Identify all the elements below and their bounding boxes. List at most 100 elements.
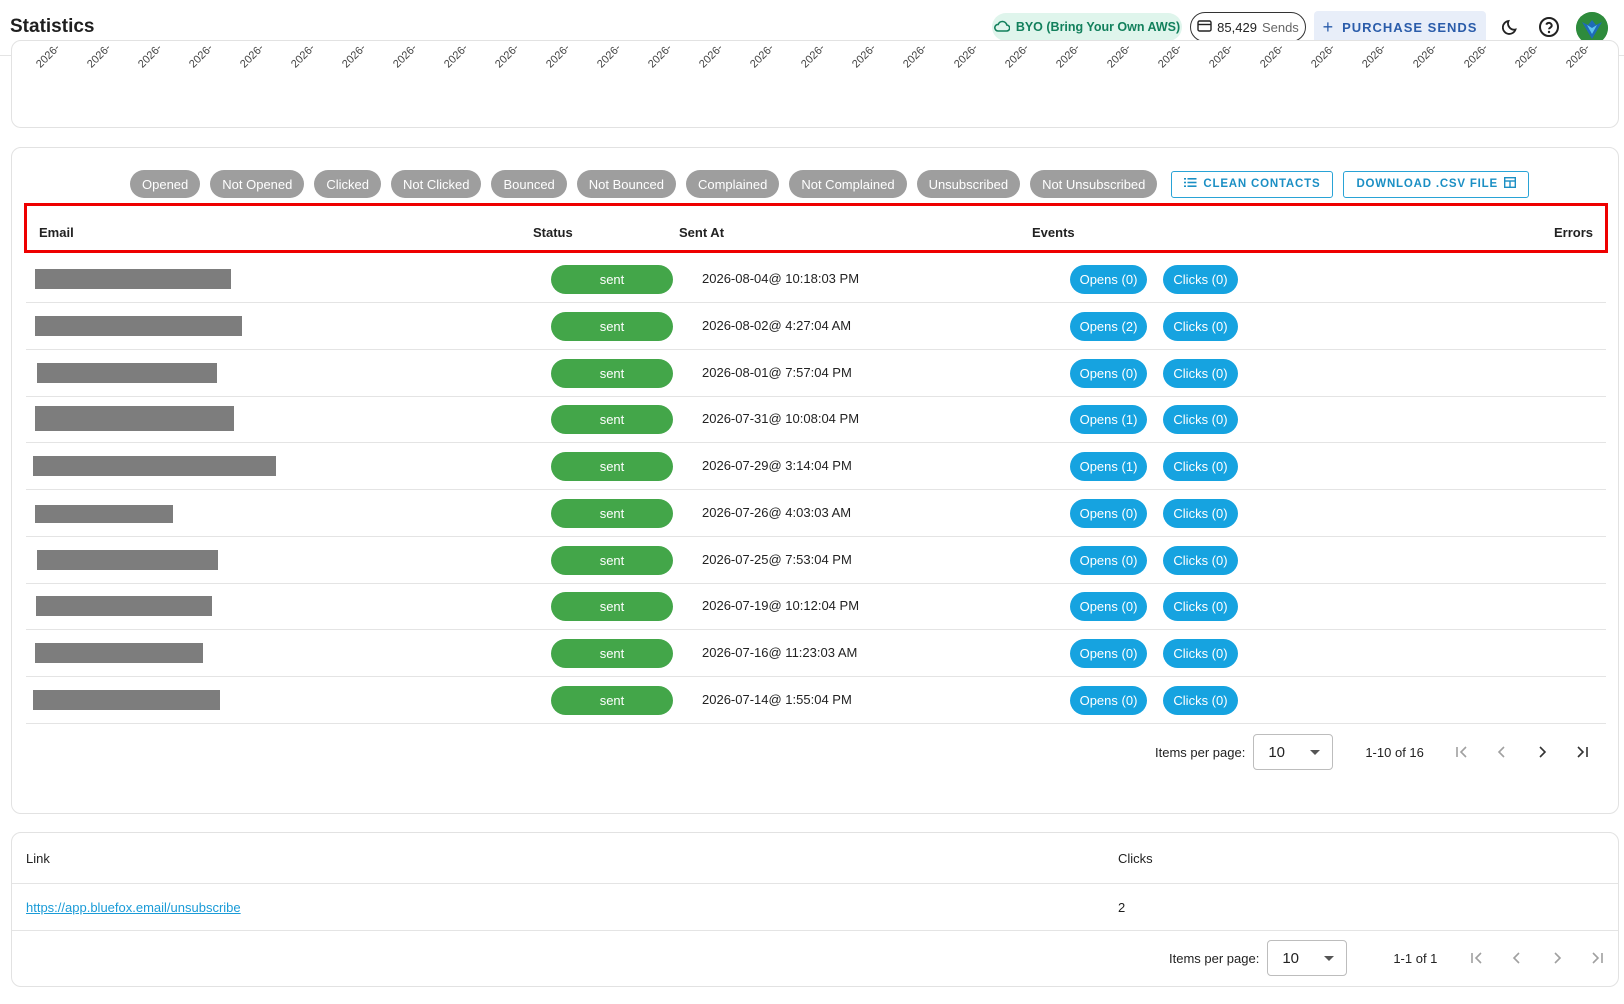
items-per-page-select[interactable]: 10 <box>1253 734 1334 770</box>
clicks-button[interactable]: Clicks (0) <box>1163 312 1238 341</box>
download-csv-button[interactable]: DOWNLOAD .CSV FILE <box>1343 170 1529 198</box>
opens-button[interactable]: Opens (0) <box>1070 546 1147 575</box>
sent-at: 2026-07-29@ 3:14:04 PM <box>702 458 852 473</box>
filter-not-opened[interactable]: Not Opened <box>210 170 305 198</box>
sent-at: 2026-07-19@ 10:12:04 PM <box>702 598 860 613</box>
opens-button[interactable]: Opens (1) <box>1070 405 1147 434</box>
filter-not-bounced[interactable]: Not Bounced <box>576 170 676 198</box>
redacted-email <box>37 550 218 570</box>
first-page-icon[interactable] <box>1457 940 1497 976</box>
table-header: Email Status Sent At Events Errors <box>24 203 1608 253</box>
column-sent-at[interactable]: Sent At <box>679 225 724 240</box>
column-link: Link <box>26 851 50 866</box>
sends-chip[interactable]: 85,429 Sends <box>1190 12 1306 42</box>
redacted-email <box>35 643 203 663</box>
link-url[interactable]: https://app.bluefox.email/unsubscribe <box>26 900 241 915</box>
filter-bar: Opened Not Opened Clicked Not Clicked Bo… <box>130 170 1529 198</box>
redacted-email <box>35 406 234 431</box>
opens-button[interactable]: Opens (0) <box>1070 359 1147 388</box>
status-badge: sent <box>551 359 673 388</box>
status-badge: sent <box>551 592 673 621</box>
clean-contacts-button[interactable]: CLEAN CONTACTS <box>1171 170 1334 198</box>
redacted-email <box>33 690 220 710</box>
filter-not-unsubscribed[interactable]: Not Unsubscribed <box>1030 170 1158 198</box>
redacted-email <box>36 596 212 616</box>
opens-button[interactable]: Opens (1) <box>1070 452 1147 481</box>
page-range: 1-1 of 1 <box>1393 950 1438 966</box>
status-badge: sent <box>551 452 673 481</box>
filter-complained[interactable]: Complained <box>685 170 780 198</box>
filter-not-clicked[interactable]: Not Clicked <box>391 170 482 198</box>
items-per-page-label: Items per page: <box>1155 744 1246 760</box>
filter-clicked[interactable]: Clicked <box>314 170 381 198</box>
prev-page-icon[interactable] <box>1497 940 1537 976</box>
clicks-button[interactable]: Clicks (0) <box>1163 452 1238 481</box>
column-status[interactable]: Status <box>533 225 573 240</box>
first-page-icon[interactable] <box>1442 734 1482 770</box>
status-badge: sent <box>551 686 673 715</box>
sends-unit: Sends <box>1261 19 1299 35</box>
status-badge: sent <box>551 405 673 434</box>
table-row: sent 2026-08-02@ 4:27:04 AM Opens (2) Cl… <box>26 303 1606 350</box>
links-header: Link Clicks <box>12 833 1618 884</box>
opens-button[interactable]: Opens (0) <box>1070 686 1147 715</box>
column-email[interactable]: Email <box>39 225 74 240</box>
sent-at: 2026-07-25@ 7:53:04 PM <box>702 552 852 567</box>
redacted-email <box>35 505 173 523</box>
items-per-page-value: 10 <box>1282 949 1300 967</box>
redacted-email <box>35 316 242 336</box>
status-badge: sent <box>551 639 673 668</box>
next-page-icon[interactable] <box>1537 940 1577 976</box>
table-row: sent 2026-07-19@ 10:12:04 PM Opens (0) C… <box>26 583 1606 630</box>
page-title: Statistics <box>10 16 95 37</box>
table-row: sent 2026-07-25@ 7:53:04 PM Opens (0) Cl… <box>26 537 1606 584</box>
next-page-icon[interactable] <box>1522 734 1562 770</box>
filter-not-complained[interactable]: Not Complained <box>789 170 907 198</box>
opens-button[interactable]: Opens (0) <box>1070 265 1147 294</box>
redacted-email <box>37 363 217 383</box>
items-per-page-select[interactable]: 10 <box>1267 940 1348 976</box>
table-row: sent 2026-07-16@ 11:23:03 AM Opens (0) C… <box>26 630 1606 677</box>
page-range: 1-10 of 16 <box>1365 744 1424 760</box>
sent-at: 2026-08-04@ 10:18:03 PM <box>702 271 860 286</box>
last-page-icon[interactable] <box>1562 734 1602 770</box>
byo-chip[interactable]: BYO (Bring Your Own AWS) <box>992 13 1182 41</box>
sent-at: 2026-08-01@ 7:57:04 PM <box>702 365 852 380</box>
filter-unsubscribed[interactable]: Unsubscribed <box>916 170 1021 198</box>
sent-at: 2026-08-02@ 4:27:04 AM <box>702 318 852 333</box>
redacted-email <box>35 269 231 289</box>
opens-button[interactable]: Opens (2) <box>1070 312 1147 341</box>
clicks-button[interactable]: Clicks (0) <box>1163 499 1238 528</box>
clicks-button[interactable]: Clicks (0) <box>1163 265 1238 294</box>
filter-bounced[interactable]: Bounced <box>491 170 567 198</box>
cloud-icon <box>993 20 1011 35</box>
help-icon[interactable] <box>1536 14 1562 40</box>
last-page-icon[interactable] <box>1577 940 1617 976</box>
filter-opened[interactable]: Opened <box>130 170 201 198</box>
clicks-button[interactable]: Clicks (0) <box>1163 686 1238 715</box>
column-errors: Errors <box>1553 225 1593 240</box>
moon-icon[interactable] <box>1498 14 1524 40</box>
contacts-paginator: Items per page: 10 1-10 of 16 <box>1155 734 1602 770</box>
opens-button[interactable]: Opens (0) <box>1070 592 1147 621</box>
sent-at: 2026-07-14@ 1:55:04 PM <box>702 692 852 707</box>
opens-button[interactable]: Opens (0) <box>1070 639 1147 668</box>
status-badge: sent <box>551 546 673 575</box>
byo-label: BYO (Bring Your Own AWS) <box>1015 20 1181 34</box>
clicks-button[interactable]: Clicks (0) <box>1163 546 1238 575</box>
clicks-button[interactable]: Clicks (0) <box>1163 639 1238 668</box>
clicks-button[interactable]: Clicks (0) <box>1163 405 1238 434</box>
caret-down-icon <box>1310 749 1321 755</box>
link-row: https://app.bluefox.email/unsubscribe 2 <box>12 884 1618 931</box>
opens-button[interactable]: Opens (0) <box>1070 499 1147 528</box>
status-badge: sent <box>551 312 673 341</box>
prev-page-icon[interactable] <box>1482 734 1522 770</box>
download-csv-label: DOWNLOAD .CSV FILE <box>1356 178 1498 190</box>
list-icon <box>1184 177 1197 191</box>
credit-card-icon <box>1197 19 1212 35</box>
clicks-button[interactable]: Clicks (0) <box>1163 359 1238 388</box>
sent-at: 2026-07-16@ 11:23:03 AM <box>702 645 858 660</box>
clicks-button[interactable]: Clicks (0) <box>1163 592 1238 621</box>
table-row: sent 2026-07-14@ 1:55:04 PM Opens (0) Cl… <box>26 677 1606 724</box>
sent-at: 2026-07-26@ 4:03:03 AM <box>702 505 852 520</box>
